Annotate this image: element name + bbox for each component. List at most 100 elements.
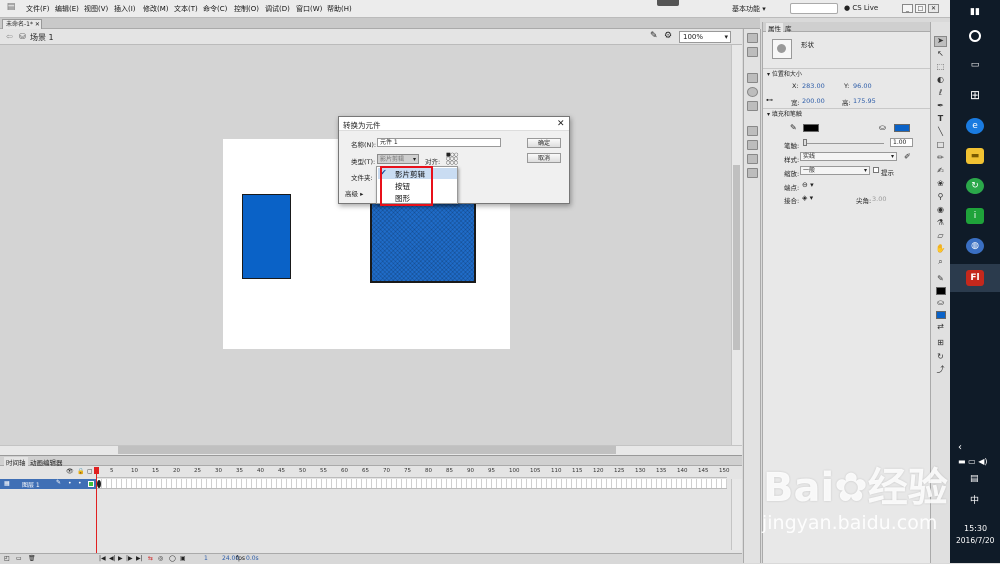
pen-tool-icon[interactable]: ✒ [935,101,946,111]
height-value[interactable]: 175.95 [853,97,876,105]
stroke-slider-thumb[interactable] [803,139,807,146]
fill-color-icon[interactable]: ⛀ [935,298,946,308]
edit-scene-icon[interactable]: ✎ [650,31,658,41]
info-icon[interactable] [747,87,758,97]
tool-stroke-swatch[interactable] [936,287,946,295]
tab-properties[interactable]: 属性 [766,23,783,33]
deco-tool-icon[interactable]: ❀ [935,179,946,189]
playhead-handle[interactable] [94,467,99,474]
stroke-slider[interactable] [804,143,884,144]
tool-fill-swatch[interactable] [936,311,946,319]
playhead[interactable] [96,467,97,554]
layer-visible-dot[interactable]: • [68,480,72,487]
menu-text[interactable]: 文本(T) [174,4,198,14]
delete-layer-icon[interactable]: 🗑 [28,555,36,562]
y-value[interactable]: 96.00 [853,82,872,90]
workspace-switcher[interactable]: 基本功能 ▾ [732,4,766,14]
join-select[interactable]: ◈ ▾ [802,194,813,202]
menu-modify[interactable]: 修改(M) [143,4,169,14]
blue-rectangle[interactable] [242,194,291,279]
tab-motion-editor[interactable]: 动画编辑器 [30,457,63,467]
eye-icon[interactable]: 👁 [66,468,74,475]
notification-icon[interactable]: ▤ [970,474,979,484]
transform-icon[interactable] [747,101,758,111]
code-snippets-icon[interactable] [747,126,758,136]
registration-grid-icon[interactable]: ■○○ ○○○ ○○○ [446,153,458,166]
cortana-icon[interactable] [969,30,981,42]
back-arrow-icon[interactable]: ⇦ [6,32,13,41]
menu-debug[interactable]: 调试(D) [265,4,290,14]
components-icon[interactable] [747,140,758,150]
loop-icon[interactable]: ⇆ [148,555,153,562]
outline-icon[interactable]: ▢ [87,468,93,475]
step-back-icon[interactable]: ◀| [109,555,116,562]
file-explorer-icon[interactable]: ▬ [966,148,984,164]
selected-square[interactable] [370,197,476,283]
new-folder-icon[interactable]: ▭ [16,555,22,562]
tab-library[interactable]: 库 [785,23,792,33]
x-value[interactable]: 283.00 [802,82,825,90]
menu-edit[interactable]: 编辑(E) [55,4,79,14]
stroke-input[interactable]: 1.00 [890,138,913,147]
scale-select[interactable]: 一般 ▾ [800,166,870,175]
current-frame[interactable]: 1 [204,555,208,562]
menu-insert[interactable]: 插入(I) [114,4,136,14]
advanced-toggle[interactable]: 高级 ▸ [345,188,363,198]
lock-icon[interactable]: 🔒 [77,468,84,475]
flash-app-icon[interactable]: Fl [966,270,984,286]
iqiyi-icon[interactable]: i [966,208,984,224]
position-size-header[interactable]: ▾ 位置和大小 [763,68,931,78]
snap-icon[interactable]: ⊞ [935,338,946,348]
bone-tool-icon[interactable]: ⚲ [935,192,946,202]
menu-file[interactable]: 文件(F) [26,4,50,14]
rectangle-tool-icon[interactable]: □ [935,140,946,150]
swatches-icon[interactable] [747,168,758,178]
selection-tool-icon[interactable]: ➤ [935,36,946,46]
menu-window[interactable]: 窗口(W) [296,4,322,14]
history-icon[interactable] [747,33,758,43]
fill-color-swatch[interactable] [894,124,910,132]
cap-select[interactable]: ⊖ ▾ [802,181,814,189]
type-select[interactable]: 影片剪辑 ▾ [377,154,419,164]
align-icon[interactable] [747,73,758,83]
layer-outline-color[interactable] [88,481,94,487]
straighten-icon[interactable]: ⤴ [935,365,946,375]
pencil-tool-icon[interactable]: ✏ [935,153,946,163]
zoom-tool-icon[interactable]: ⌕ [935,257,946,267]
subselection-tool-icon[interactable]: ↖ [935,49,946,59]
tray-icons[interactable]: ▬ ▭ ◀) [958,457,987,466]
go-last-icon[interactable]: ▶| [136,555,143,562]
dialog-close-icon[interactable]: ✕ [557,119,565,129]
swap-colors-icon[interactable]: ⇄ [935,322,946,332]
stroke-color-icon[interactable]: ✎ [935,274,946,284]
style-select[interactable]: 实线 ▾ [800,152,897,161]
brush-tool-icon[interactable]: ✍ [935,166,946,176]
smooth-icon[interactable]: ↻ [935,352,946,362]
stroke-color-swatch[interactable] [803,124,819,132]
go-first-icon[interactable]: |◀ [99,555,106,562]
edit-stroke-style-icon[interactable]: ✐ [904,152,911,161]
symbol-name-input[interactable]: 元件 1 [377,138,501,147]
cs-live-button[interactable]: ● CS Live [844,4,878,12]
close-button[interactable]: ✕ [928,4,939,13]
clock-time[interactable]: 15:30 [964,524,987,533]
menu-control[interactable]: 控制(O) [234,4,259,14]
browser-e-icon[interactable]: e [966,118,984,134]
menu-help[interactable]: 帮助(H) [327,4,352,14]
vertical-scroll-thumb[interactable] [733,165,740,350]
ok-button[interactable]: 确定 [527,138,561,148]
timeline-vscroll[interactable] [731,479,742,550]
ime-indicator[interactable]: 中 [970,493,979,506]
document-tab[interactable]: 未命名-1* ✕ [2,19,42,29]
hint-checkbox[interactable] [873,167,879,173]
frame-ruler[interactable]: 5 10 15 20 25 30 35 40 45 50 55 60 65 70 75 80 85 90 95 100… [97,467,730,478]
onion-outline-icon[interactable]: ◯ [169,555,176,562]
restore-button[interactable]: □ [915,4,926,13]
menu-commands[interactable]: 命令(C) [203,4,227,14]
security-app-icon[interactable]: ↻ [966,178,984,194]
chrome-browser-icon[interactable]: ◍ [966,238,984,254]
windows-logo-icon[interactable]: ⊞ [966,87,984,103]
fill-stroke-header[interactable]: ▾ 填充和笔触 [763,108,931,118]
layer-row[interactable]: ▦ 图层 1 ✎ • • [0,479,96,489]
onion-skin-icon[interactable]: ◎ [158,555,163,562]
